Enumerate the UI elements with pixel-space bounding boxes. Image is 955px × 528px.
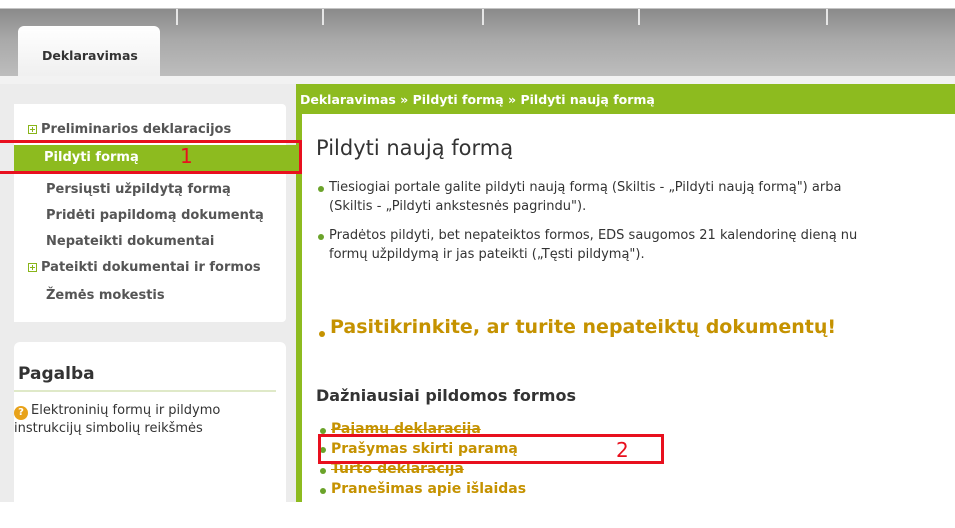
sidebar-menu-panel: Preliminarios deklaracijos Persiųsti užp… xyxy=(14,104,286,322)
divider xyxy=(14,390,276,392)
bullet-icon xyxy=(320,468,326,474)
info-text-1: Tiesiogiai portale galite pildyti naują … xyxy=(329,180,842,195)
sidebar-item-label: Preliminarios deklaracijos xyxy=(41,122,232,137)
annotation-label-2: 2 xyxy=(616,438,629,462)
question-icon: ? xyxy=(14,406,28,420)
bullet-icon xyxy=(318,186,324,192)
bullet-icon xyxy=(319,331,325,337)
annotation-box-1 xyxy=(0,140,302,174)
sidebar-item-prideti[interactable]: Pridėti papildomą dokumentą xyxy=(46,204,264,228)
info-text-2b: formų užpildymą ir jas pateikti („Tęsti … xyxy=(329,247,645,262)
bullet-icon xyxy=(320,488,326,494)
sidebar-item-persiusti[interactable]: Persiųsti užpildytą formą xyxy=(46,178,231,202)
sidebar-item-nepateikti[interactable]: Nepateikti dokumentai xyxy=(46,230,214,254)
expand-plus-icon[interactable] xyxy=(28,125,37,134)
info-text-2: Pradėtos pildyti, bet nepateiktos formos… xyxy=(329,228,858,243)
sidebar-item-zemes-mokestis[interactable]: Žemės mokestis xyxy=(46,284,165,308)
check-unsubmitted-link[interactable]: Pasitikrinkite, ar turite nepateiktų dok… xyxy=(330,316,836,338)
help-link-text[interactable]: Elektroninių formų ir pildymo instrukcij… xyxy=(14,403,220,436)
tab-separator xyxy=(322,9,324,25)
expand-plus-icon[interactable] xyxy=(28,263,37,272)
tab-separator xyxy=(826,9,828,25)
page-title: Pildyti naują formą xyxy=(316,136,514,160)
breadcrumb-text: Deklaravimas » Pildyti formą » Pildyti n… xyxy=(300,92,655,107)
tab-separator xyxy=(176,9,178,25)
sidebar-item-label: Pateikti dokumentai ir formos xyxy=(41,260,261,275)
info-text-1b: (Skiltis - „Pildyti ankstesnės pagrindu"… xyxy=(329,199,587,214)
annotation-label-1: 1 xyxy=(180,144,193,168)
tab-separator xyxy=(482,9,484,25)
sidebar-item-preliminarios[interactable]: Preliminarios deklaracijos xyxy=(28,118,231,142)
tab-deklaravimas[interactable]: Deklaravimas xyxy=(18,26,160,78)
sidebar-panel xyxy=(14,466,286,506)
sidebar-item-pateikti[interactable]: Pateikti dokumentai ir formos xyxy=(28,256,261,280)
breadcrumb: Deklaravimas » Pildyti formą » Pildyti n… xyxy=(300,84,955,114)
subbar xyxy=(0,76,955,84)
tab-separator xyxy=(638,9,640,25)
help-title: Pagalba xyxy=(18,364,95,384)
annotation-box-2 xyxy=(318,434,664,464)
form-link-pranesimas-apie-islaidas[interactable]: Pranešimas apie išlaidas xyxy=(331,480,526,498)
help-link[interactable]: ? Elektroninių formų ir pildymo instrukci… xyxy=(14,402,274,438)
bullet-icon xyxy=(318,234,324,240)
frequent-forms-title: Dažniausiai pildomos formos xyxy=(316,386,576,405)
